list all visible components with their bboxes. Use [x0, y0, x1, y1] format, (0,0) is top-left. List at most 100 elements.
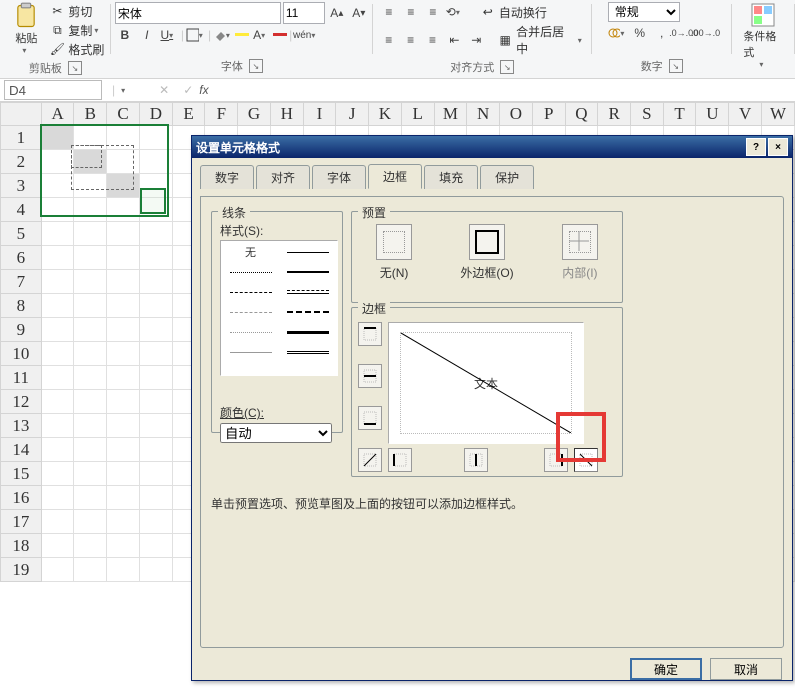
- cell[interactable]: [139, 486, 172, 510]
- indent-dec-icon[interactable]: ⇤: [444, 30, 464, 50]
- cell[interactable]: [139, 318, 172, 342]
- cell[interactable]: [139, 246, 172, 270]
- bold-button[interactable]: B: [115, 25, 135, 45]
- col-header[interactable]: N: [467, 103, 500, 126]
- preset-inside-button[interactable]: 内部(I): [562, 224, 598, 281]
- cell[interactable]: [139, 294, 172, 318]
- cell[interactable]: [74, 198, 107, 222]
- cell[interactable]: [107, 510, 140, 534]
- cell[interactable]: [139, 534, 172, 558]
- cell[interactable]: [74, 438, 107, 462]
- color-select[interactable]: 自动: [220, 423, 332, 443]
- style-4[interactable]: [223, 283, 278, 301]
- cell[interactable]: [107, 366, 140, 390]
- col-header[interactable]: R: [598, 103, 631, 126]
- cell[interactable]: [74, 558, 107, 582]
- cell[interactable]: [107, 438, 140, 462]
- cell[interactable]: [74, 414, 107, 438]
- row-header[interactable]: 13: [1, 414, 42, 438]
- row-header[interactable]: 10: [1, 342, 42, 366]
- conditional-format-button[interactable]: 条件格式 ▾: [743, 2, 783, 69]
- cell[interactable]: [107, 270, 140, 294]
- col-header[interactable]: E: [172, 103, 205, 126]
- cell[interactable]: [41, 390, 74, 414]
- cell[interactable]: [41, 534, 74, 558]
- cell[interactable]: [139, 198, 172, 222]
- col-header[interactable]: W: [761, 103, 794, 126]
- cell[interactable]: [107, 486, 140, 510]
- row-header[interactable]: 11: [1, 366, 42, 390]
- cell[interactable]: [41, 246, 74, 270]
- col-header[interactable]: H: [270, 103, 303, 126]
- font-size-select[interactable]: [283, 2, 325, 24]
- cell[interactable]: [41, 294, 74, 318]
- cell[interactable]: [41, 366, 74, 390]
- border-bottom-button[interactable]: [358, 406, 382, 430]
- col-header[interactable]: M: [434, 103, 467, 126]
- cell[interactable]: [139, 150, 172, 174]
- format-painter-button[interactable]: 🖌格式刷: [48, 40, 104, 58]
- cell[interactable]: [41, 510, 74, 534]
- close-button[interactable]: ×: [768, 138, 788, 156]
- cell[interactable]: [107, 126, 140, 150]
- cell[interactable]: [74, 366, 107, 390]
- cell[interactable]: [41, 126, 74, 150]
- merge-button[interactable]: 合并后居中: [516, 23, 576, 57]
- align-left-icon[interactable]: ≡: [379, 30, 399, 50]
- cell[interactable]: [139, 222, 172, 246]
- cell[interactable]: [139, 342, 172, 366]
- cell[interactable]: [41, 222, 74, 246]
- cell[interactable]: [139, 510, 172, 534]
- cell[interactable]: [74, 246, 107, 270]
- border-top-button[interactable]: [358, 322, 382, 346]
- col-header[interactable]: G: [238, 103, 271, 126]
- style-11[interactable]: [280, 343, 335, 361]
- ok-button[interactable]: 确定: [630, 658, 702, 680]
- cell[interactable]: [74, 462, 107, 486]
- cell[interactable]: [107, 246, 140, 270]
- percent-button[interactable]: %: [630, 23, 650, 43]
- cell[interactable]: [74, 294, 107, 318]
- paste-dropdown-icon[interactable]: ▾: [22, 46, 30, 55]
- cell[interactable]: [74, 126, 107, 150]
- col-header[interactable]: V: [729, 103, 762, 126]
- cell[interactable]: [107, 558, 140, 582]
- col-header[interactable]: F: [205, 103, 238, 126]
- style-1[interactable]: [280, 243, 335, 261]
- row-header[interactable]: 6: [1, 246, 42, 270]
- cell[interactable]: [74, 174, 107, 198]
- border-vmid-button[interactable]: [464, 448, 488, 472]
- col-header[interactable]: U: [696, 103, 729, 126]
- cell[interactable]: [107, 294, 140, 318]
- cell[interactable]: [41, 438, 74, 462]
- font-color-button[interactable]: A▾: [251, 25, 271, 45]
- style-10[interactable]: [223, 343, 278, 361]
- italic-button[interactable]: I: [137, 25, 157, 45]
- cell[interactable]: [74, 270, 107, 294]
- row-header[interactable]: 12: [1, 390, 42, 414]
- cell[interactable]: [139, 366, 172, 390]
- cell[interactable]: [41, 318, 74, 342]
- border-left-button[interactable]: [388, 448, 412, 472]
- tab-填充[interactable]: 填充: [424, 165, 478, 189]
- row-header[interactable]: 17: [1, 510, 42, 534]
- cell[interactable]: [107, 222, 140, 246]
- row-header[interactable]: 9: [1, 318, 42, 342]
- wrap-text-button[interactable]: 自动换行: [499, 4, 547, 21]
- increase-font-icon[interactable]: A▴: [327, 3, 347, 23]
- row-header[interactable]: 19: [1, 558, 42, 582]
- align-top-icon[interactable]: ≡: [379, 2, 399, 22]
- col-header[interactable]: O: [500, 103, 533, 126]
- phonetic-button[interactable]: wén▾: [294, 25, 314, 45]
- dialog-titlebar[interactable]: 设置单元格格式 ? ×: [192, 136, 792, 158]
- tab-对齐[interactable]: 对齐: [256, 165, 310, 189]
- fx-icon[interactable]: fx: [199, 83, 208, 97]
- col-header[interactable]: J: [336, 103, 369, 126]
- paste-button[interactable]: 粘贴 ▾: [6, 2, 46, 55]
- font-launcher-icon[interactable]: ↘: [249, 59, 263, 73]
- border-diag-up-button[interactable]: [358, 448, 382, 472]
- cell[interactable]: [74, 510, 107, 534]
- cell[interactable]: [139, 558, 172, 582]
- row-header[interactable]: 2: [1, 150, 42, 174]
- cell[interactable]: [139, 438, 172, 462]
